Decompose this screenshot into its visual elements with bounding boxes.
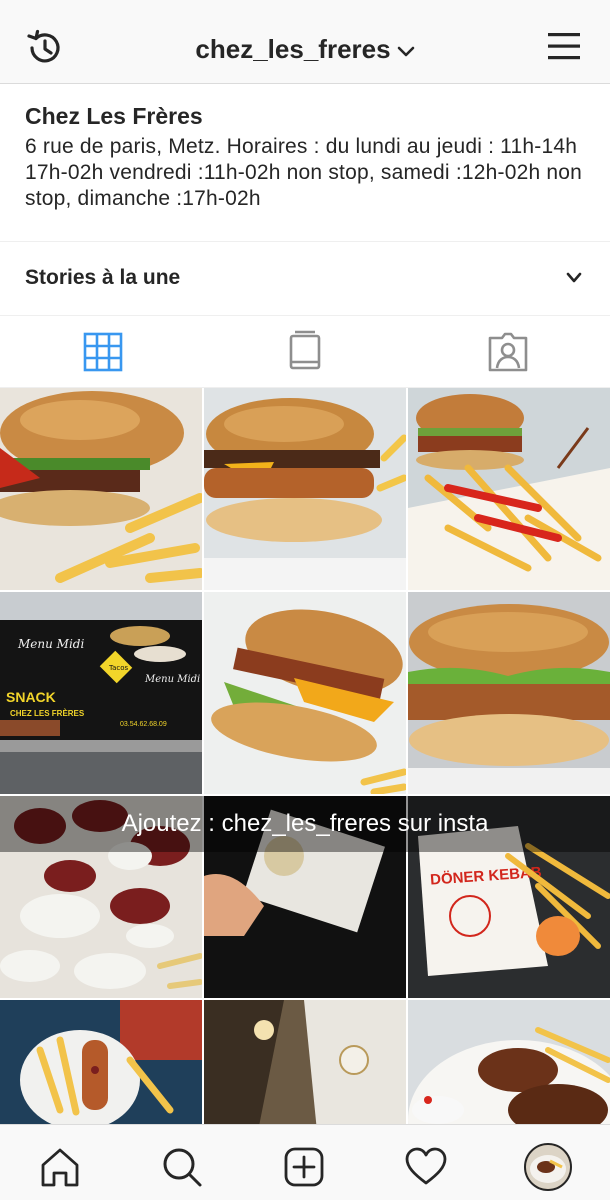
- story-highlights-toggle[interactable]: Stories à la une: [0, 242, 610, 316]
- chevron-down-icon: [566, 272, 582, 283]
- post-thumbnail[interactable]: [0, 388, 202, 590]
- sign-tacos-label: Tacos: [108, 664, 129, 672]
- post-thumbnail[interactable]: [408, 1000, 610, 1124]
- profile-header: chez_les_freres: [0, 0, 610, 84]
- post-thumbnail[interactable]: [408, 388, 610, 590]
- sign-chez-label: CHEZ LES FRÈRES: [10, 709, 85, 718]
- bottom-navigation: [0, 1124, 610, 1200]
- chevron-down-icon: [397, 46, 414, 57]
- home-icon[interactable]: [38, 1145, 82, 1189]
- add-post-icon[interactable]: [282, 1145, 326, 1189]
- profile-name: Chez Les Frères: [25, 103, 203, 129]
- igtv-icon[interactable]: [283, 330, 327, 374]
- grid-icon[interactable]: [81, 330, 125, 374]
- overlay-banner: Ajoutez : chez_les_freres sur insta: [0, 796, 610, 852]
- hamburger-menu-icon[interactable]: [546, 30, 582, 62]
- profile-bio: Chez Les Frères 6 rue de paris, Metz. Ho…: [0, 84, 610, 242]
- sign-menu-label: Menu Midi: [17, 637, 84, 651]
- sign-snack-label: SNACK: [6, 689, 56, 705]
- post-thumbnail[interactable]: [204, 388, 406, 590]
- tagged-person-icon[interactable]: [486, 330, 530, 374]
- post-thumbnail[interactable]: Menu Midi Menu Midi Tacos SNACK CHEZ LES…: [0, 592, 202, 794]
- profile-description: 6 rue de paris, Metz. Horaires : du lund…: [25, 135, 583, 210]
- profile-avatar-icon[interactable]: [524, 1143, 572, 1191]
- sign-phone-label: 03.54.62.68.09: [120, 721, 167, 728]
- username-switcher[interactable]: chez_les_freres: [0, 34, 610, 65]
- story-highlights-label: Stories à la une: [25, 266, 181, 289]
- post-thumbnail[interactable]: [0, 1000, 202, 1124]
- posts-grid: Menu Midi Menu Midi Tacos SNACK CHEZ LES…: [0, 388, 610, 1124]
- profile-tabs: [0, 316, 610, 388]
- sign-menu-label-2: Menu Midi: [144, 674, 200, 685]
- post-thumbnail[interactable]: [408, 592, 610, 794]
- username-title: chez_les_freres: [195, 34, 391, 64]
- search-icon[interactable]: [160, 1145, 204, 1189]
- heart-icon[interactable]: [404, 1145, 448, 1189]
- post-thumbnail[interactable]: [204, 592, 406, 794]
- post-thumbnail[interactable]: [204, 1000, 406, 1124]
